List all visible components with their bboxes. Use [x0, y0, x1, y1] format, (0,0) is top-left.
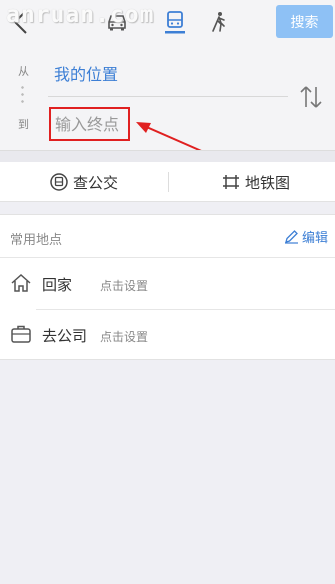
- route-panel: 从 到 我的位置: [0, 46, 335, 150]
- search-button[interactable]: 搜索: [276, 5, 333, 38]
- chevron-left-icon: [13, 10, 27, 34]
- bus-lookup-label: 查公交: [73, 173, 119, 192]
- swap-button[interactable]: [298, 83, 324, 111]
- favorite-home-item[interactable]: 回家 点击设置: [0, 258, 335, 308]
- favorite-work-name: 去公司: [42, 327, 88, 345]
- edit-label: 编辑: [302, 231, 329, 246]
- favorite-work-item[interactable]: 去公司 点击设置: [0, 309, 335, 359]
- swap-icon: [300, 86, 322, 108]
- route-divider: [48, 96, 288, 97]
- section-gap: [0, 150, 335, 162]
- favorite-home-name: 回家: [42, 276, 73, 294]
- to-label: 到: [18, 118, 29, 131]
- action-bar: 查公交 地铁图: [0, 162, 335, 202]
- origin-field[interactable]: 我的位置: [54, 61, 118, 85]
- edit-button[interactable]: 编辑: [284, 227, 328, 246]
- back-button[interactable]: [8, 8, 36, 36]
- car-icon: [108, 15, 126, 31]
- bus-lookup-button[interactable]: 查公交: [50, 162, 118, 202]
- favorites-section: 常用地点 编辑 回家 点击设置 去公司 点击设置: [0, 214, 335, 360]
- mode-bus-button[interactable]: [160, 8, 190, 36]
- favorites-title: 常用地点: [10, 233, 63, 248]
- mode-walk-button[interactable]: [204, 8, 234, 36]
- action-separator: [168, 172, 169, 192]
- subway-map-label: 地铁图: [245, 173, 291, 192]
- favorite-home-hint: 点击设置: [100, 279, 149, 293]
- destination-input[interactable]: [49, 107, 130, 141]
- subway-map-icon: [223, 175, 239, 189]
- subway-map-button[interactable]: 地铁图: [222, 162, 290, 202]
- pencil-icon: [285, 230, 298, 244]
- route-dots: [21, 84, 24, 106]
- bus-circle-icon: [50, 173, 68, 191]
- home-icon: [11, 273, 31, 292]
- walk-icon: [212, 12, 225, 32]
- mode-car-button[interactable]: [102, 8, 132, 36]
- bus-icon: [165, 11, 185, 34]
- favorite-work-hint: 点击设置: [100, 330, 149, 344]
- from-label: 从: [18, 65, 29, 78]
- briefcase-icon: [11, 325, 31, 343]
- top-bar: 搜索 anruan.com: [0, 0, 335, 46]
